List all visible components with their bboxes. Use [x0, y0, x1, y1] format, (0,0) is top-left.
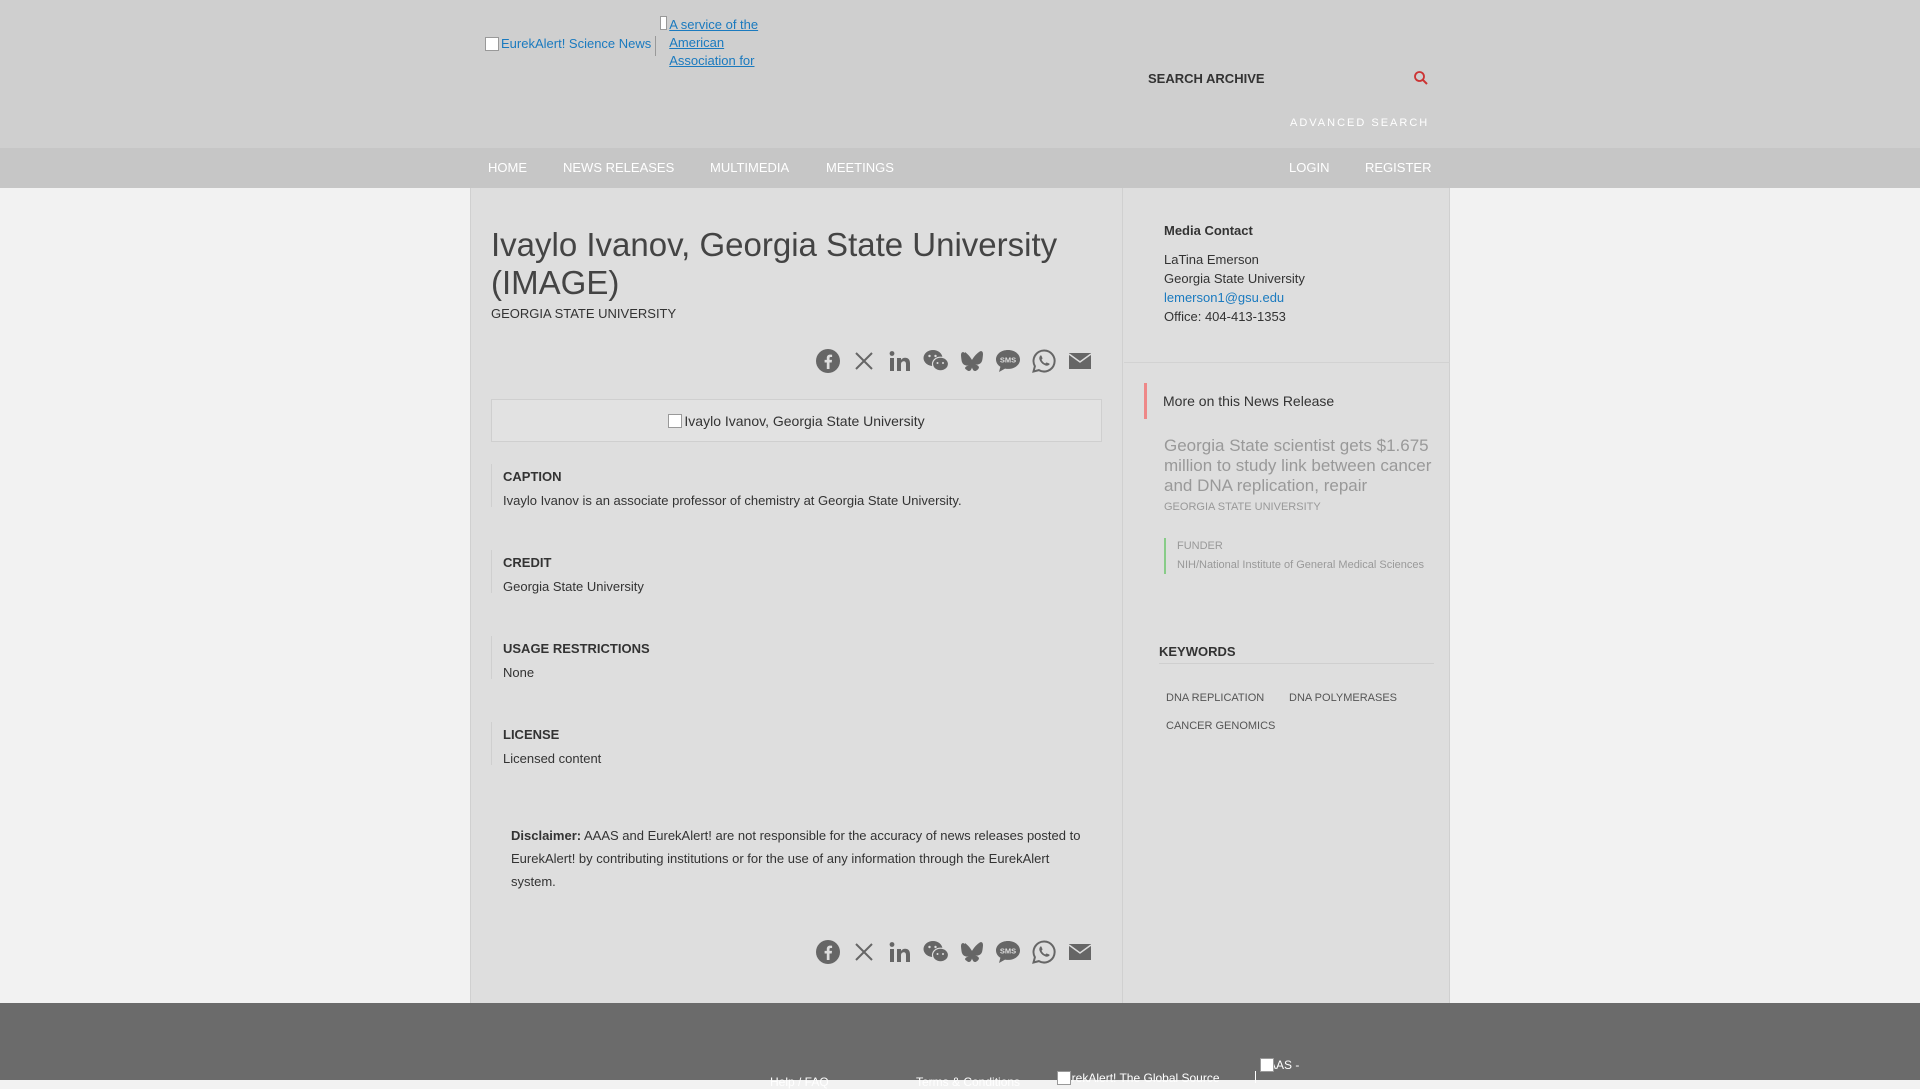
- email-icon[interactable]: [1062, 346, 1098, 376]
- site-footer: Help / FAQ Terms & Conditions EurekAlert…: [0, 1003, 1920, 1089]
- sidebar-divider: [1124, 362, 1450, 363]
- share-bar-top: SMS: [810, 346, 1098, 376]
- whatsapp-icon[interactable]: [1026, 937, 1062, 967]
- funder-block: FUNDER NIH/National Institute of General…: [1164, 538, 1424, 574]
- credit-text: Georgia State University: [503, 579, 644, 594]
- caption-label: CAPTION: [503, 469, 562, 484]
- footer-divider: [1255, 1071, 1256, 1083]
- caption-block: CAPTION Ivaylo Ivanov is an associate pr…: [491, 464, 1091, 508]
- keyword-tag[interactable]: DNA REPLICATION: [1166, 692, 1264, 704]
- image-alt-text: Ivaylo Ivanov, Georgia State University: [684, 412, 925, 429]
- logo-divider: [655, 36, 657, 56]
- site-header: EurekAlert! Science News A service of th…: [0, 0, 1920, 148]
- footer-aaas-logo[interactable]: AAAS -: [1260, 1058, 1299, 1072]
- x-icon[interactable]: [846, 346, 882, 376]
- search-box: [1140, 64, 1430, 92]
- footer-eurekalert-logo[interactable]: EurekAlert! The Global Source: [1057, 1071, 1220, 1085]
- advanced-search-link[interactable]: ADVANCED SEARCH: [1290, 117, 1429, 129]
- sms-icon[interactable]: SMS: [990, 346, 1026, 376]
- article-content: Ivaylo Ivanov, Georgia State University …: [471, 188, 1123, 1003]
- share-bar-bottom: SMS: [810, 937, 1098, 967]
- footer-terms-link[interactable]: Terms & Conditions: [916, 1075, 1020, 1089]
- logo-alt-text: EurekAlert! Science News: [501, 36, 652, 51]
- license-text: Licensed content: [503, 751, 602, 766]
- wechat-icon[interactable]: [918, 346, 954, 376]
- wechat-icon[interactable]: [918, 937, 954, 967]
- usage-text: None: [503, 665, 535, 680]
- nav-news-releases[interactable]: NEWS RELEASES: [563, 160, 674, 175]
- disclaimer-label: Disclaimer:: [511, 828, 582, 843]
- article-image: Ivaylo Ivanov, Georgia State University: [491, 399, 1102, 442]
- page-title: Ivaylo Ivanov, Georgia State University …: [491, 226, 1058, 301]
- more-on-release-heading: More on this News Release: [1163, 393, 1335, 409]
- broken-image-icon: [668, 413, 683, 428]
- keyword-tag[interactable]: CANCER GENOMICS: [1166, 720, 1275, 732]
- facebook-icon[interactable]: [810, 346, 846, 376]
- sms-icon[interactable]: SMS: [990, 937, 1026, 967]
- related-release-link[interactable]: Georgia State scientist gets $1.675 mill…: [1164, 436, 1434, 496]
- service-alt-text: A service of the American Association fo…: [669, 17, 759, 68]
- contact-email-link[interactable]: lemerson1@gsu.edu: [1164, 290, 1284, 305]
- media-contact-heading: Media Contact: [1164, 223, 1253, 238]
- whatsapp-icon[interactable]: [1026, 346, 1062, 376]
- nav-multimedia[interactable]: MULTIMEDIA: [710, 160, 789, 175]
- broken-image-icon: [485, 36, 499, 51]
- license-block: LICENSE Licensed content: [491, 722, 1091, 766]
- contact-phone: Office: 404-413-1353: [1164, 309, 1286, 324]
- disclaimer-text: AAAS and EurekAlert! are not responsible…: [511, 828, 1081, 889]
- sidebar: Media Contact LaTina Emerson Georgia Sta…: [1124, 188, 1450, 1003]
- logo-area: EurekAlert! Science News A service of th…: [485, 16, 775, 70]
- caption-text: Ivaylo Ivanov is an associate professor …: [503, 493, 962, 508]
- facebook-icon[interactable]: [810, 937, 846, 967]
- contact-name: LaTina Emerson: [1164, 252, 1259, 267]
- broken-image-icon: [660, 16, 668, 30]
- disclaimer: Disclaimer: AAAS and EurekAlert! are not…: [511, 824, 1081, 893]
- bluesky-icon[interactable]: [954, 937, 990, 967]
- funder-label: FUNDER: [1177, 540, 1223, 552]
- linkedin-icon[interactable]: [882, 937, 918, 967]
- keyword-tag[interactable]: DNA POLYMERASES: [1289, 692, 1397, 704]
- search-icon[interactable]: [1413, 70, 1429, 86]
- related-institution: GEORGIA STATE UNIVERSITY: [1164, 501, 1321, 513]
- institution-name: GEORGIA STATE UNIVERSITY: [491, 306, 677, 321]
- contact-org: Georgia State University: [1164, 271, 1305, 286]
- eurekalert-logo-link[interactable]: EurekAlert! Science News: [485, 36, 651, 51]
- svg-text:SMS: SMS: [1000, 356, 1016, 365]
- main-nav: HOME NEWS RELEASES MULTIMEDIA MEETINGS L…: [0, 148, 1920, 188]
- linkedin-icon[interactable]: [882, 346, 918, 376]
- x-icon[interactable]: [846, 937, 882, 967]
- broken-image-icon: [1057, 1071, 1071, 1085]
- funder-value: NIH/National Institute of General Medica…: [1177, 559, 1425, 571]
- bluesky-icon[interactable]: [954, 346, 990, 376]
- main-container: Ivaylo Ivanov, Georgia State University …: [470, 188, 1450, 1003]
- license-label: LICENSE: [503, 727, 560, 742]
- aaas-service-link[interactable]: A service of the American Association fo…: [660, 16, 775, 70]
- svg-text:SMS: SMS: [1000, 947, 1016, 956]
- nav-login[interactable]: LOGIN: [1289, 160, 1329, 175]
- footer-eurekalert-alt: EurekAlert! The Global Source: [1057, 1071, 1220, 1085]
- nav-meetings[interactable]: MEETINGS: [826, 160, 894, 175]
- broken-image-icon: [1260, 1058, 1274, 1072]
- search-input[interactable]: [1140, 64, 1410, 92]
- email-icon[interactable]: [1062, 937, 1098, 967]
- credit-label: CREDIT: [503, 555, 552, 570]
- keywords-heading: KEYWORDS: [1159, 644, 1434, 664]
- nav-register[interactable]: REGISTER: [1365, 160, 1431, 175]
- more-accent-bar: [1144, 383, 1147, 419]
- usage-block: USAGE RESTRICTIONS None: [491, 636, 1091, 680]
- footer-help-link[interactable]: Help / FAQ: [770, 1075, 829, 1089]
- nav-home[interactable]: HOME: [488, 160, 527, 175]
- usage-label: USAGE RESTRICTIONS: [503, 641, 650, 656]
- credit-block: CREDIT Georgia State University: [491, 550, 1091, 594]
